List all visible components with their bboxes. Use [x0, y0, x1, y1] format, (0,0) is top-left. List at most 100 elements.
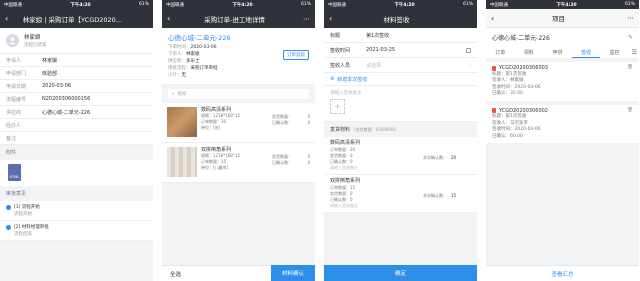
approval-detail: 流程开始	[14, 212, 32, 217]
record-card[interactable]: YCGD20200306002 🗑 标题：第1次签收 签收人：马可波罗 签收时间：202…	[486, 104, 639, 143]
meta-row: 小计：无	[168, 72, 309, 79]
more-icon[interactable]: ⋯	[616, 14, 634, 22]
field-row: 供应商 心德心城-二单元-226	[0, 106, 153, 119]
add-photo-button[interactable]: +	[330, 99, 345, 114]
receipt-fields: 标题 第1次签收签收时间 2021-03-25 签收人员 请选择 ›	[324, 28, 477, 73]
status-bar: 中国联通 下午4:20 61%	[324, 0, 477, 9]
approval-step: [2] 材料经理审批	[6, 224, 147, 230]
clock: 下午4:20	[556, 2, 577, 8]
tab-item[interactable]: 甲供	[543, 47, 572, 58]
field-label: 经办人	[6, 122, 22, 129]
screen-project: 中国联通 下午4:20 61% ‹ 项目 ⋯ 心德心城-二单元-226 ✎ 订单…	[486, 0, 639, 281]
confirm-material-label: 材料确认	[281, 271, 304, 277]
nav-bar: ‹ 材料签收	[324, 9, 477, 28]
field-label: 签收时间	[330, 47, 351, 54]
receipt-items: 数码高清系列 订单数量：20 发货数量：0 已确认数：0 本次确认数： 20 请输入签收备注…	[324, 137, 477, 213]
product-info: 数码高清系列 规格：1218*168*12 订单数量：20 单位：[块]	[201, 107, 272, 138]
item-this-confirm: 本次确认数： 20	[423, 147, 471, 165]
bottom-bar: 查看汇总	[486, 265, 639, 281]
attach-label: HTML	[9, 175, 20, 179]
status-bar: 中国联通 下午4:20 61%	[162, 0, 315, 9]
select-all-button[interactable]: 全选	[162, 265, 271, 281]
clock: 下午4:20	[70, 2, 91, 8]
field-label: 备注	[6, 135, 17, 142]
order-header: 心德心城-二单元-226 下单时间：2020-03-06 下单人：林家娘 供应商：多…	[162, 28, 315, 85]
html-file-icon[interactable]: HTML	[8, 164, 21, 181]
tab-item[interactable]: 签收	[571, 47, 601, 58]
delete-icon[interactable]: 🗑	[627, 108, 633, 115]
record-card[interactable]: YCGD20200306003 🗑 标题：第1次签收 签收人：林家娘 签收时间：2020…	[486, 62, 639, 101]
product-list: 数码高清系列 规格：1218*168*12 订单数量：20 单位：[块] 发货数量： 0 已…	[162, 103, 315, 183]
field-label: 申请人	[6, 57, 22, 64]
meta-label: 下单人：	[168, 52, 186, 57]
tab-menu-icon[interactable]: ☰	[632, 49, 637, 56]
project-header: 心德心城-二单元-226 ✎	[486, 28, 639, 47]
back-icon[interactable]: ‹	[329, 14, 339, 23]
receipt-field-row[interactable]: 标题 第1次签收	[324, 28, 477, 43]
record-line: 已确认：35.00	[492, 91, 523, 96]
meta-label: 下单时间：	[168, 45, 191, 50]
back-icon[interactable]: ‹	[5, 14, 15, 23]
field-value: 心德心城-二单元-226	[42, 109, 91, 116]
field-value: 第1次签收	[366, 32, 390, 39]
status-bar: 中国联通 下午4:20 61%	[0, 0, 153, 9]
approval-list: [1] 流程开始 流程开始 [2] 材料经理审批 流程结束	[0, 201, 153, 241]
receipt-field-row[interactable]: 签收时间 2021-03-25	[324, 43, 477, 58]
nav-bar: ‹ 采购订单-进工地详情 ⋯	[162, 9, 315, 28]
edit-icon[interactable]: ✎	[628, 34, 633, 41]
meta-value: 采购订单审批	[190, 66, 218, 71]
back-icon[interactable]: ‹	[167, 14, 177, 23]
this-confirm-input[interactable]: 20	[451, 155, 471, 161]
field-row: 申请部门 体验部	[0, 67, 153, 80]
confirm-material-button[interactable]: 材料确认	[271, 265, 315, 281]
nav-title: 材料签收	[383, 15, 410, 24]
add-signer-row[interactable]: ⊕ 新增本次签收	[324, 73, 477, 86]
screen-material-receipt: 中国联通 下午4:20 61% ‹ 材料签收 标题 第1次签收签收时间 2021-0…	[324, 0, 477, 281]
receipt-field-row[interactable]: 签收人员 请选择 ›	[324, 58, 477, 73]
field-label: 申请部门	[6, 70, 27, 77]
order-track-button[interactable]: 订单追踪	[283, 50, 309, 60]
attach-title: 附件	[0, 145, 153, 160]
header-title: 心德心城-二单元-226	[168, 34, 231, 42]
delete-icon[interactable]: 🗑	[627, 65, 633, 72]
step-dot-icon	[6, 224, 11, 230]
field-value: 2021-03-25	[366, 47, 396, 53]
meta-value: 2020-03-06	[190, 45, 217, 50]
item-note-input[interactable]: 请输入签收备注	[330, 203, 471, 209]
avatar	[6, 34, 19, 47]
this-confirm-label: 本次确认数：	[423, 193, 447, 198]
this-confirm-input[interactable]: 15	[451, 193, 471, 199]
item-body: 订单数量：15 发货数量：0 已确认数：0 本次确认数： 15	[330, 185, 471, 203]
tab-item[interactable]: 订单	[486, 47, 515, 58]
back-icon[interactable]: ‹	[491, 14, 501, 23]
product-item[interactable]: 双拼倒角系列 规格：1218*168*12 订单数量：15 单位：[儿童房] 发货数量：…	[162, 143, 315, 183]
approval-tag: [1] 流程开始	[14, 205, 40, 210]
header-title: 心德心城-二单元-226	[492, 35, 550, 42]
item-info: 订单数量：15 发货数量：0 已确认数：0	[330, 185, 423, 203]
field-value: 2020-03-06	[42, 83, 72, 89]
more-icon[interactable]: ⋯	[292, 15, 310, 23]
receipt-item: 数码高清系列 订单数量：20 发货数量：0 已确认数：0 本次确认数： 20 请输入签收备注	[324, 137, 477, 175]
confirm-row: 已确认数： 0	[272, 120, 310, 126]
meta-value: 无	[181, 73, 187, 78]
item-note-input[interactable]: 请输入签收备注	[330, 165, 471, 171]
meta-value: 多乐士	[186, 59, 200, 64]
tab-item[interactable]: 领料	[515, 47, 544, 58]
search-icon: ⌕	[172, 92, 175, 97]
carrier-label: 中国联通	[166, 2, 184, 8]
field-label: 签收人员	[330, 62, 351, 69]
search-input[interactable]: ⌕ 搜索	[168, 89, 309, 99]
receipt-item: 双拼倒角系列 订单数量：15 发货数量：0 已确认数：0 本次确认数： 15 请输入签收备注	[324, 175, 477, 213]
submit-button[interactable]: 确定	[324, 265, 477, 281]
field-value: N20200306000156	[42, 96, 91, 102]
view-summary-button[interactable]: 查看汇总	[486, 265, 639, 281]
tab-bar: 订单 领料 甲供 签收 监控 ☰	[486, 47, 639, 59]
attachment-area: HTML	[0, 160, 153, 186]
submit-label: 确定	[394, 271, 406, 277]
tab-item[interactable]: 监控	[600, 47, 629, 58]
carrier-label: 中国联通	[4, 2, 22, 8]
product-item[interactable]: 数码高清系列 规格：1218*168*12 订单数量：20 单位：[块] 发货数量： 0 已…	[162, 103, 315, 143]
user-name: 林家娘	[24, 35, 41, 41]
approval-step: [1] 流程开始	[6, 204, 147, 210]
field-label: 申请日期	[6, 83, 27, 90]
